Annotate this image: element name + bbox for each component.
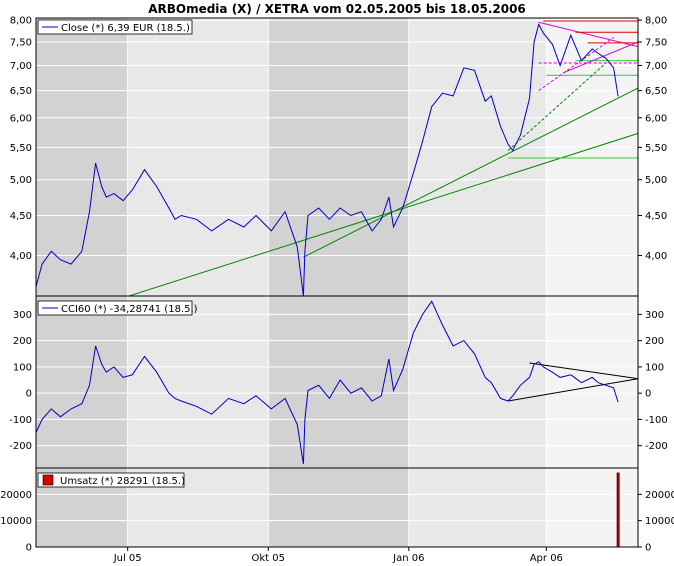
volume-legend: Umsatz (*) 28291 (18.5.)	[37, 472, 185, 488]
y-tick-label: 10000	[0, 516, 32, 527]
y-tick-label: 0	[26, 389, 32, 400]
y-tick-label: 7,50	[10, 38, 32, 49]
y-tick-label: 100	[645, 362, 664, 373]
price-y-ticks-left: 4,00 4,50 5,00 5,50 6,00 6,50 7,00 7,50 8,00	[10, 16, 32, 262]
y-tick-label: 6,50	[10, 86, 32, 97]
x-tick-label: Jul 05	[113, 553, 142, 564]
background-band	[408, 18, 547, 296]
background-band	[127, 296, 269, 468]
y-tick-label: 7,00	[645, 61, 667, 72]
cci-y-ticks-left: -200 -100 0 100 200 300	[9, 310, 32, 452]
y-tick-label: 300	[13, 310, 32, 321]
cci-y-ticks-right: -200 -100 0 100 200 300	[638, 310, 668, 452]
volume-bars	[616, 472, 620, 547]
y-tick-label: 7,00	[10, 61, 32, 72]
background-band	[408, 468, 547, 547]
background-band	[268, 18, 409, 296]
price-panel: 4,00 4,50 5,00 5,50 6,00 6,50 7,00 7,50 8,00 4,0…	[10, 16, 667, 297]
cci-legend-label: CCI60 (*) -34,28741 (18.5.)	[61, 304, 198, 315]
background-band	[408, 296, 547, 468]
background-band	[546, 468, 638, 547]
background-band	[546, 296, 638, 468]
y-tick-label: 300	[645, 310, 664, 321]
stock-chart: ARBOmedia (X) / XETRA vom 02.05.2005 bis…	[0, 2, 674, 564]
y-tick-label: 4,50	[645, 211, 667, 222]
x-tick-label: Jan 06	[392, 553, 424, 564]
y-tick-label: 4,50	[10, 211, 32, 222]
y-tick-label: 0	[26, 543, 32, 554]
x-tick-label: Okt 05	[251, 553, 285, 564]
y-tick-label: 0	[645, 389, 651, 400]
chart-title: ARBOmedia (X) / XETRA vom 02.05.2005 bis…	[148, 2, 526, 16]
volume-legend-label: Umsatz (*) 28291 (18.5.)	[60, 476, 185, 487]
y-tick-label: 0	[645, 543, 651, 554]
y-tick-label: -200	[9, 441, 32, 452]
cci-legend: CCI60 (*) -34,28741 (18.5.)	[37, 300, 198, 316]
volume-bar	[616, 472, 620, 547]
y-tick-label: 4,00	[645, 251, 667, 262]
y-tick-label: -100	[9, 415, 32, 426]
y-tick-label: 8,00	[10, 16, 32, 27]
background-band	[127, 18, 269, 296]
y-tick-label: -100	[645, 415, 668, 426]
volume-panel: 0 10000 20000 0 10000 20000 Umsatz (*) 28291…	[0, 467, 674, 554]
background-band	[546, 18, 638, 296]
volume-y-ticks-left: 0 10000 20000	[0, 490, 32, 554]
y-tick-label: 100	[13, 362, 32, 373]
y-tick-label: 8,00	[645, 16, 667, 27]
y-tick-label: 5,50	[10, 143, 32, 154]
volume-y-ticks-right: 0 10000 20000	[638, 490, 674, 554]
y-tick-label: 10000	[645, 516, 674, 527]
price-legend-label: Close (*) 6,39 EUR (18.5.)	[61, 23, 190, 34]
background-band	[268, 468, 409, 547]
price-legend: Close (*) 6,39 EUR (18.5.)	[37, 19, 193, 35]
y-tick-label: 6,00	[10, 113, 32, 124]
y-tick-label: -200	[645, 441, 668, 452]
background-band	[36, 296, 128, 468]
volume-legend-swatch	[42, 474, 54, 486]
y-tick-label: 4,00	[10, 251, 32, 262]
y-tick-label: 20000	[645, 490, 674, 501]
y-tick-label: 6,50	[645, 86, 667, 97]
x-axis-ticks: Jul 05 Okt 05 Jan 06 Apr 06	[113, 547, 563, 564]
y-tick-label: 200	[13, 336, 32, 347]
price-y-ticks-right: 4,00 4,50 5,00 5,50 6,00 6,50 7,00 7,50 8,00	[638, 16, 667, 262]
y-tick-label: 6,00	[645, 113, 667, 124]
cci-panel: -200 -100 0 100 200 300 -200 -100 0 100 200 300 CC…	[9, 295, 668, 469]
cci-background-bands	[36, 296, 638, 468]
y-tick-label: 200	[645, 336, 664, 347]
price-background-bands	[36, 18, 638, 296]
x-tick-label: Apr 06	[530, 553, 563, 564]
y-tick-label: 20000	[0, 490, 32, 501]
y-tick-label: 5,00	[10, 175, 32, 186]
y-tick-label: 7,50	[645, 38, 667, 49]
y-tick-label: 5,50	[645, 143, 667, 154]
y-tick-label: 5,00	[645, 175, 667, 186]
